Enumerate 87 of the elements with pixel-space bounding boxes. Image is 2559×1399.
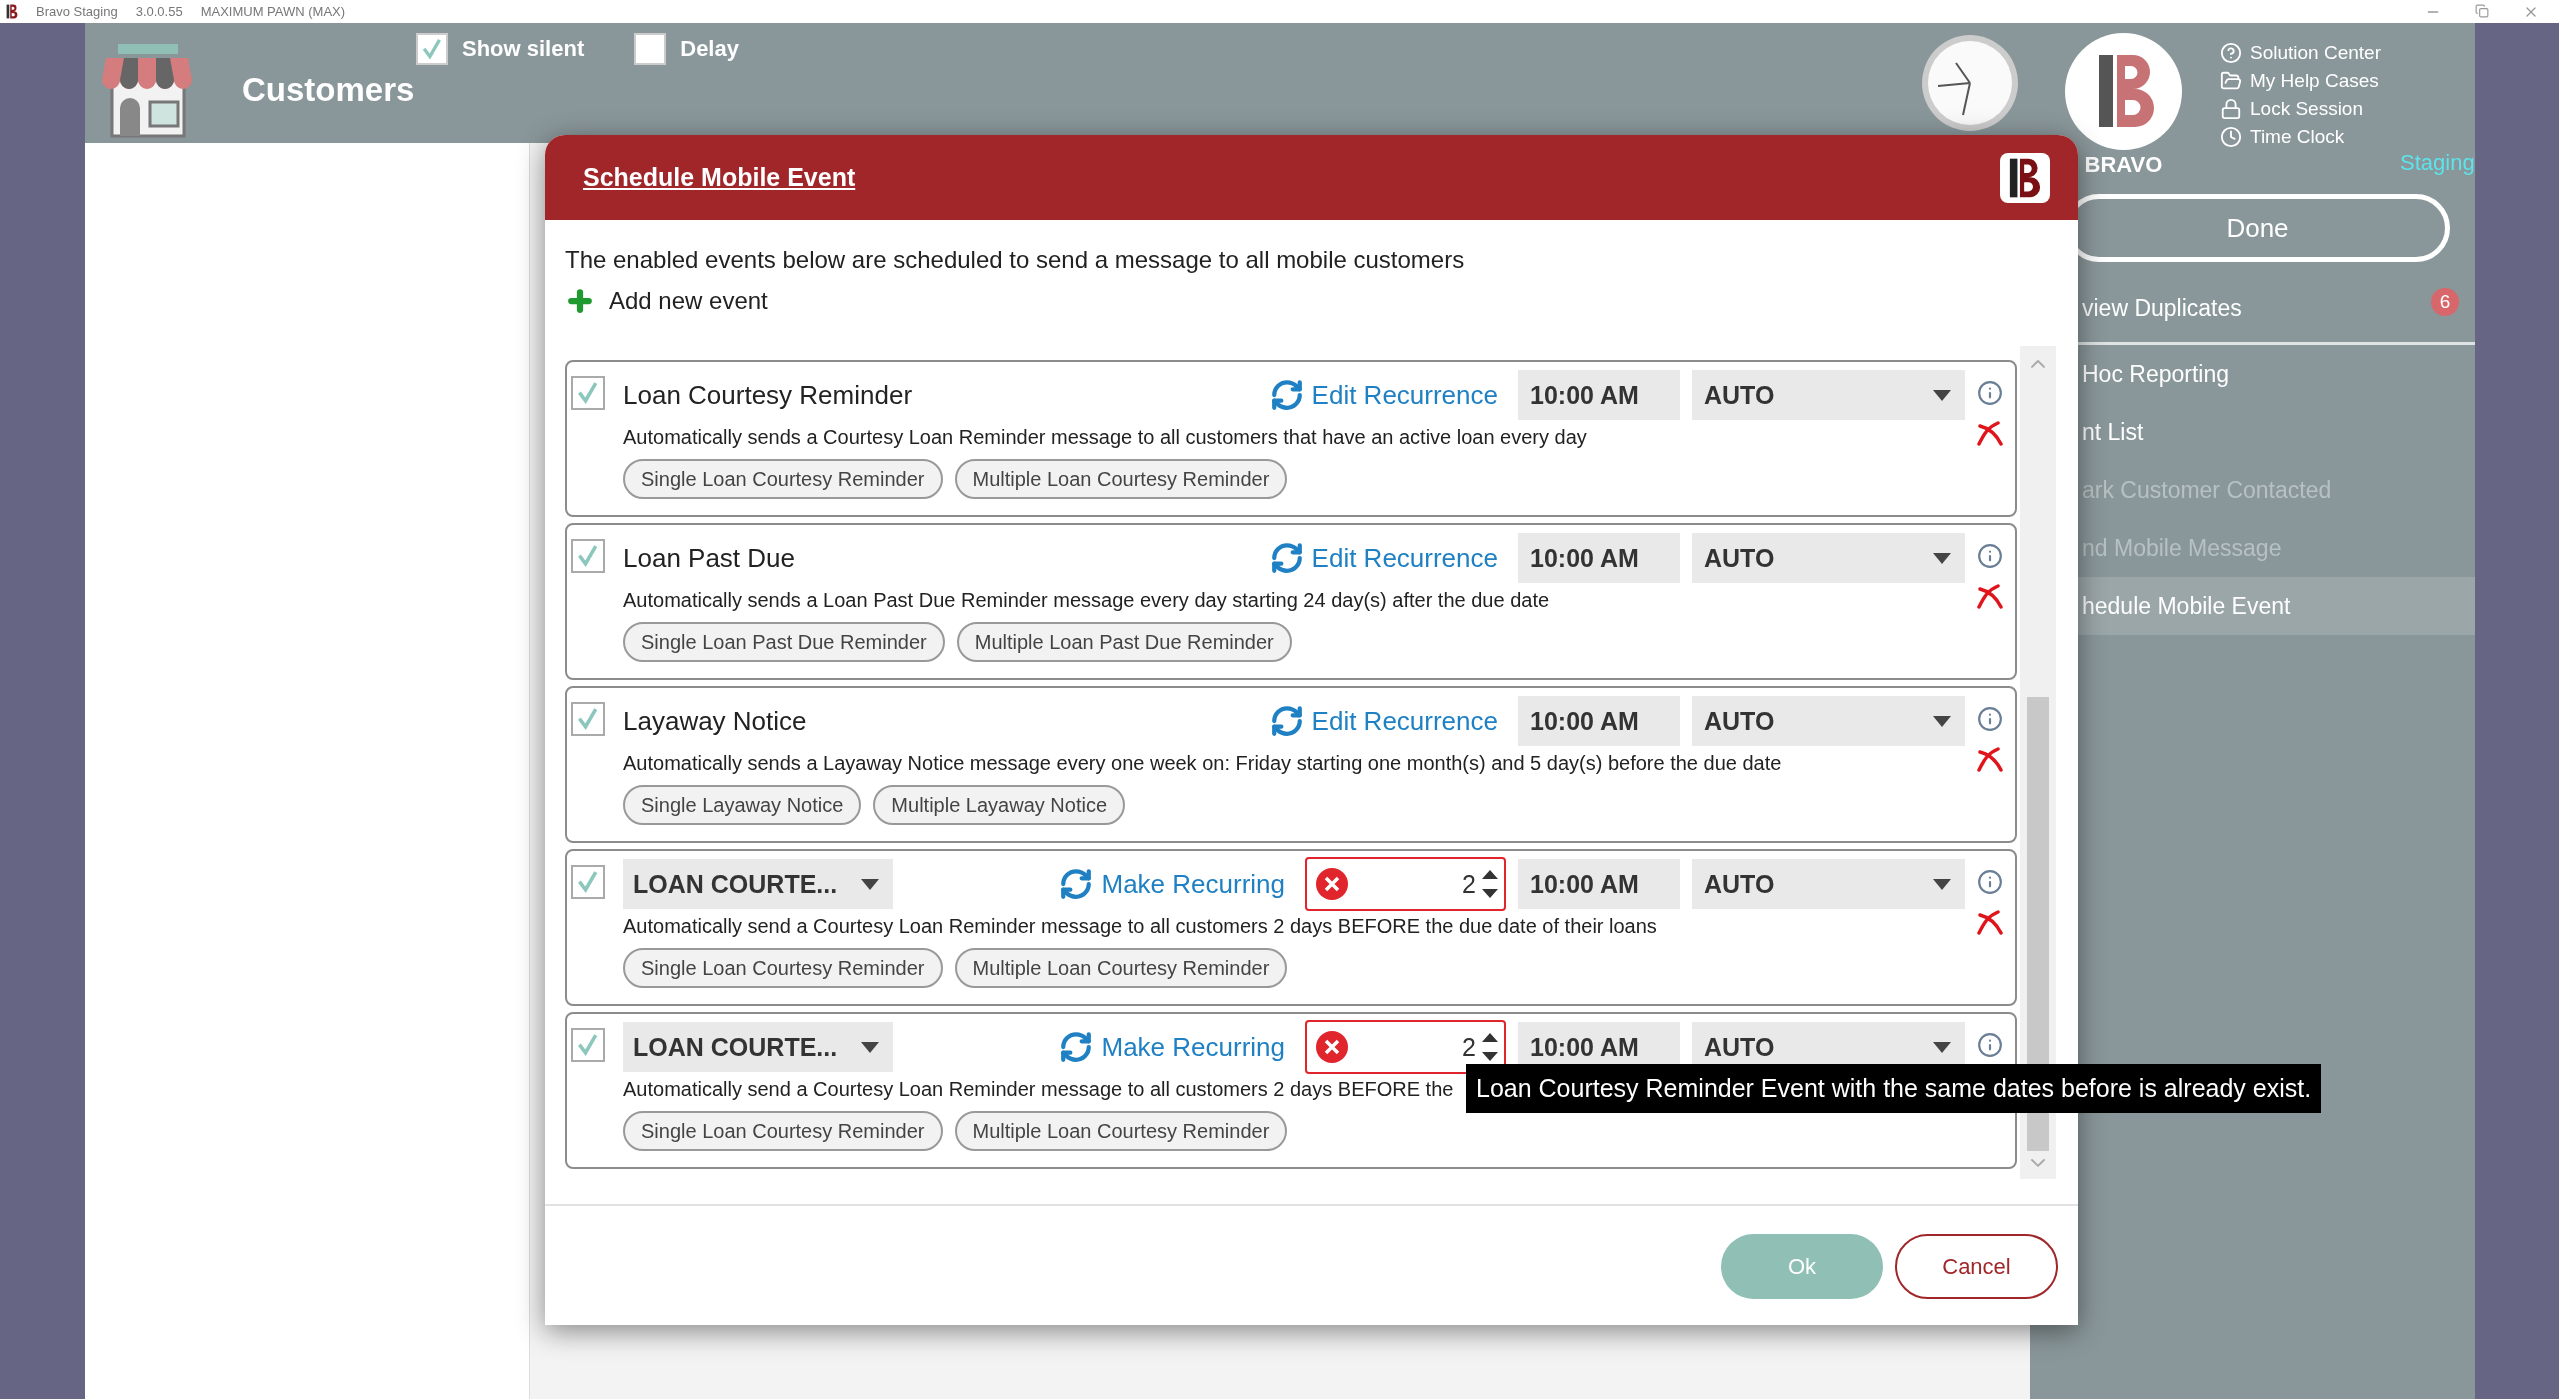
caret-icon xyxy=(1933,552,1951,564)
help-icon xyxy=(2220,42,2242,64)
time-field[interactable]: 10:00 AM xyxy=(1518,533,1680,583)
event-checkbox[interactable] xyxy=(571,376,605,410)
caret-icon xyxy=(861,1041,879,1053)
event-description: Automatically sends a Courtesy Loan Reminder message to all customers that have an active loan every day xyxy=(623,426,1587,449)
event-checkbox[interactable] xyxy=(571,702,605,736)
time-field[interactable]: 10:00 AM xyxy=(1518,370,1680,420)
toggle-label: Delay xyxy=(680,36,739,62)
clock-icon xyxy=(2220,126,2242,148)
time-field[interactable]: 10:00 AM xyxy=(1518,859,1680,909)
caret-icon xyxy=(1933,878,1951,890)
caret-icon xyxy=(1933,389,1951,401)
delete-icon[interactable] xyxy=(1976,420,2004,446)
delete-icon[interactable] xyxy=(1976,746,2004,772)
refresh-icon xyxy=(1269,704,1304,738)
error-icon xyxy=(1315,1030,1349,1064)
delete-icon[interactable] xyxy=(1976,909,2004,935)
error-tooltip: Loan Courtesy Reminder Event with the same dates before is already exist. xyxy=(1466,1064,2322,1113)
mode-dropdown[interactable]: AUTO xyxy=(1692,859,1965,909)
days-spinner[interactable]: 2 xyxy=(1305,857,1506,911)
event-checkbox[interactable] xyxy=(571,539,605,573)
refresh-icon xyxy=(1059,1030,1094,1064)
toggle-label: Show silent xyxy=(462,36,585,62)
mode-dropdown[interactable]: AUTO xyxy=(1692,533,1965,583)
event-name: Loan Courtesy Reminder xyxy=(623,379,914,411)
template-tag[interactable]: Single Layaway Notice xyxy=(623,785,862,825)
caret-icon xyxy=(1933,1041,1951,1053)
store-name: MAXIMUM PAWN (MAX) xyxy=(200,4,346,19)
recurrence-link[interactable]: Make Recurring xyxy=(1059,1030,1285,1064)
refresh-icon xyxy=(1269,541,1304,575)
toggle-checkbox[interactable] xyxy=(416,33,448,65)
event-checkbox[interactable] xyxy=(571,865,605,899)
cancel-button[interactable]: Cancel xyxy=(1895,1234,2058,1299)
template-tag[interactable]: Single Loan Courtesy Reminder xyxy=(623,1111,943,1151)
logo-icon xyxy=(2008,156,2042,199)
info-icon[interactable] xyxy=(1977,869,2003,895)
refresh-icon xyxy=(1269,378,1304,412)
info-icon[interactable] xyxy=(1977,1032,2003,1058)
days-spinner[interactable]: 2 xyxy=(1305,1020,1506,1074)
logo-icon xyxy=(6,4,18,19)
brand-name: BRAVO xyxy=(2084,152,2163,178)
page-title: Customers xyxy=(242,71,416,109)
toggle-checkbox[interactable] xyxy=(634,33,667,65)
environment-label: Staging xyxy=(2400,150,2475,176)
event-type-dropdown[interactable]: LOAN COURTE... xyxy=(623,859,893,909)
event-checkbox[interactable] xyxy=(571,1028,605,1062)
event-name: Layaway Notice xyxy=(623,705,808,737)
recurrence-link[interactable]: Edit Recurrence xyxy=(1269,378,1498,412)
error-icon xyxy=(1315,867,1349,901)
recurrence-link[interactable]: Edit Recurrence xyxy=(1269,541,1498,575)
mode-dropdown[interactable]: AUTO xyxy=(1692,696,1965,746)
event-name: Loan Past Due xyxy=(623,542,796,574)
caret-icon xyxy=(861,878,879,890)
event-description: Automatically sends a Layaway Notice message every one week on: Friday starting one month(s) and 5 day(s) before the due date xyxy=(623,752,1782,775)
count-badge: 6 xyxy=(2431,288,2459,316)
template-tag[interactable]: Multiple Loan Past Due Reminder xyxy=(956,622,1292,662)
delete-icon[interactable] xyxy=(1976,583,2004,609)
lock-icon xyxy=(2220,98,2242,120)
folder-icon xyxy=(2220,70,2242,92)
template-tag[interactable]: Single Loan Courtesy Reminder xyxy=(623,459,943,499)
info-icon[interactable] xyxy=(1977,543,2003,569)
mode-dropdown[interactable]: AUTO xyxy=(1692,370,1965,420)
app-version: 3.0.0.55 xyxy=(135,4,183,19)
info-icon[interactable] xyxy=(1977,706,2003,732)
template-tag[interactable]: Multiple Layaway Notice xyxy=(873,785,1125,825)
recurrence-link[interactable]: Edit Recurrence xyxy=(1269,704,1498,738)
intro-text: The enabled events below are scheduled to send a message to all mobile customers xyxy=(565,246,1466,274)
add-event-button[interactable]: Add new event xyxy=(565,286,768,316)
event-type-dropdown[interactable]: LOAN COURTE... xyxy=(623,1022,893,1072)
app-name: Bravo Staging xyxy=(36,4,118,19)
time-field[interactable]: 10:00 AM xyxy=(1518,696,1680,746)
refresh-icon xyxy=(1059,867,1094,901)
event-description: Automatically send a Courtesy Loan Reminder message to all customers 2 days BEFORE the due date of their loans xyxy=(623,915,1657,938)
event-description: Automatically send a Courtesy Loan Reminder message to all customers 2 days BEFORE the xyxy=(623,1078,1454,1101)
caret-icon xyxy=(1933,715,1951,727)
info-icon[interactable] xyxy=(1977,380,2003,406)
template-tag[interactable]: Single Loan Courtesy Reminder xyxy=(623,948,943,988)
restore-icon[interactable] xyxy=(2475,3,2489,18)
template-tag[interactable]: Multiple Loan Courtesy Reminder xyxy=(954,459,1288,499)
recurrence-link[interactable]: Make Recurring xyxy=(1059,867,1285,901)
template-tag[interactable]: Multiple Loan Courtesy Reminder xyxy=(954,948,1288,988)
plus-icon xyxy=(565,286,595,316)
dialog-title: Schedule Mobile Event xyxy=(583,163,856,192)
event-description: Automatically sends a Loan Past Due Reminder message every day starting 24 day(s) after the due date xyxy=(623,589,1550,612)
template-tag[interactable]: Multiple Loan Courtesy Reminder xyxy=(954,1111,1288,1151)
template-tag[interactable]: Single Loan Past Due Reminder xyxy=(623,622,945,662)
